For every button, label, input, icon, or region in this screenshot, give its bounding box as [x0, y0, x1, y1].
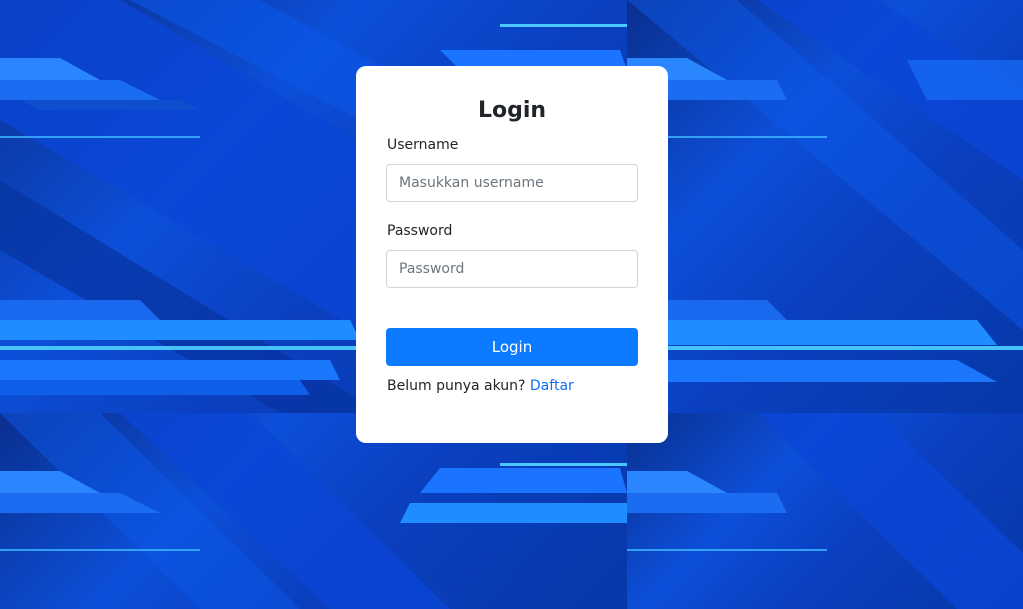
username-input[interactable] — [386, 164, 638, 202]
background-tile — [627, 413, 1023, 609]
background-tile — [627, 0, 1023, 413]
signup-link[interactable]: Daftar — [530, 378, 574, 394]
login-card: Login Username Password Login Belum puny… — [356, 66, 668, 443]
login-button[interactable]: Login — [386, 328, 638, 366]
page-title: Login — [477, 98, 547, 123]
username-label: Username — [387, 137, 459, 153]
signup-prompt-text: Belum punya akun? — [387, 378, 526, 394]
password-label: Password — [387, 223, 453, 239]
signup-prompt: Belum punya akun? Daftar — [387, 377, 574, 395]
password-input[interactable] — [386, 250, 638, 288]
